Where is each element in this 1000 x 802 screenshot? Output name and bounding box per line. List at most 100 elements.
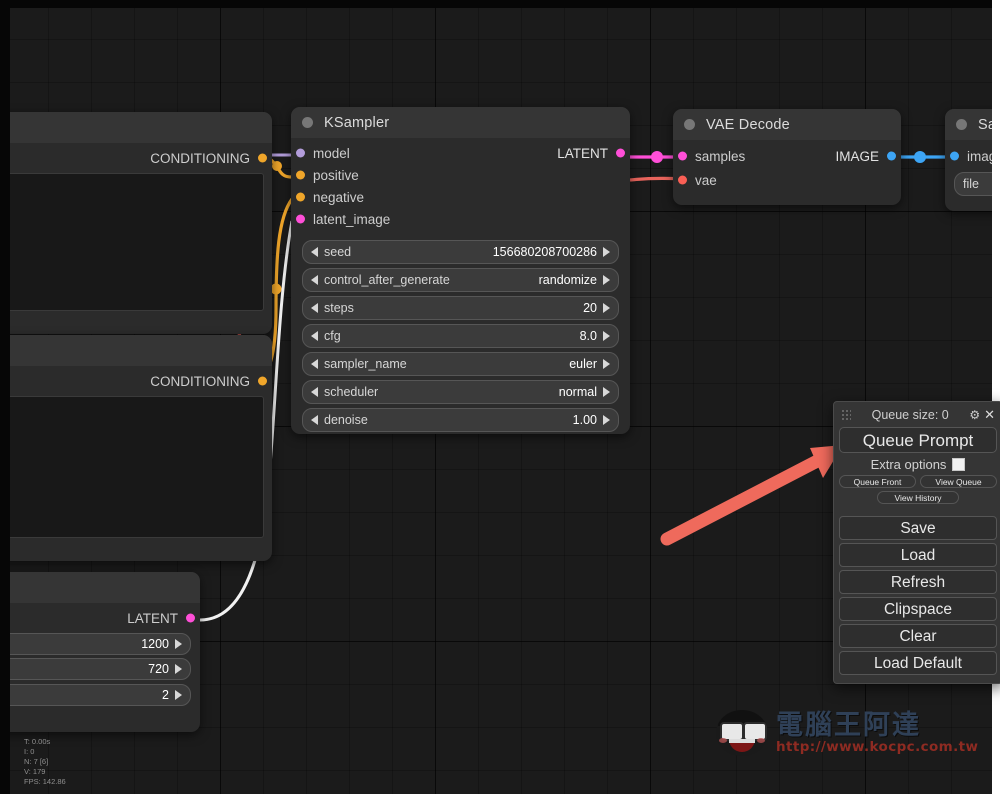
node-title-bar[interactable]: Sa: [945, 109, 992, 140]
node-ksampler[interactable]: KSampler model LATENT positive negative …: [291, 107, 630, 434]
latent-port-dot-icon[interactable]: [296, 214, 305, 224]
decrement-arrow-icon[interactable]: [311, 331, 318, 341]
decrement-arrow-icon[interactable]: [311, 303, 318, 313]
collapse-dot-icon[interactable]: [684, 119, 695, 130]
widget-height[interactable]: 720: [10, 658, 191, 680]
load-default-button[interactable]: Load Default: [839, 651, 997, 675]
widget-value[interactable]: normal: [559, 385, 597, 399]
conditioning-port-dot-icon[interactable]: [258, 376, 267, 386]
widget-width[interactable]: 1200: [10, 632, 191, 655]
prompt-textarea[interactable]: [10, 173, 264, 311]
increment-arrow-icon[interactable]: [603, 303, 610, 313]
widget-value[interactable]: euler: [569, 357, 597, 371]
increment-arrow-icon[interactable]: [603, 275, 610, 285]
collapse-dot-icon[interactable]: [956, 119, 967, 130]
node-title-bar[interactable]: KSampler: [291, 107, 630, 138]
input-slot-model[interactable]: model LATENT: [291, 142, 630, 164]
collapse-dot-icon[interactable]: [302, 117, 313, 128]
image-port-dot-icon[interactable]: [950, 151, 959, 161]
menu-header[interactable]: Queue size: 0 ⚙ ✕: [839, 406, 997, 424]
input-slot-vae[interactable]: vae: [673, 168, 901, 192]
node-title-bar[interactable]: VAE Decode: [673, 109, 901, 140]
view-history-button[interactable]: View History: [877, 491, 959, 504]
model-port-dot-icon[interactable]: [296, 148, 305, 158]
widget-value[interactable]: 1200: [141, 637, 169, 651]
stat-time: T: 0.00s: [24, 737, 51, 746]
widget-value[interactable]: 720: [148, 662, 169, 676]
conditioning-port-dot-icon[interactable]: [258, 153, 267, 163]
image-port-dot-icon[interactable]: [887, 151, 896, 161]
widget-cfg[interactable]: cfg 8.0: [302, 324, 619, 348]
increment-arrow-icon[interactable]: [603, 359, 610, 369]
widget-label: steps: [324, 301, 354, 315]
view-queue-button[interactable]: View Queue: [920, 475, 997, 488]
increment-arrow-icon[interactable]: [175, 638, 182, 649]
input-slot-latent-image[interactable]: latent_image: [291, 208, 630, 230]
vae-port-dot-icon[interactable]: [678, 175, 687, 185]
input-slot-samples[interactable]: samples IMAGE: [673, 144, 901, 168]
widget-sampler-name[interactable]: sampler_name euler: [302, 352, 619, 376]
prompt-textarea[interactable]: [10, 396, 264, 538]
close-icon[interactable]: ✕: [984, 407, 995, 423]
node-save-image[interactable]: Sa imag file: [945, 109, 992, 211]
node-clip-text-encode-negative[interactable]: ) CONDITIONING: [10, 335, 272, 561]
decrement-arrow-icon[interactable]: [311, 415, 318, 425]
widget-steps[interactable]: steps 20: [302, 296, 619, 320]
save-button[interactable]: Save: [839, 516, 997, 540]
queue-front-button[interactable]: Queue Front: [839, 475, 916, 488]
clipspace-button[interactable]: Clipspace: [839, 597, 997, 621]
extra-options-row[interactable]: Extra options: [839, 457, 997, 472]
conditioning-port-dot-icon[interactable]: [296, 192, 305, 202]
increment-arrow-icon[interactable]: [603, 387, 610, 397]
output-slot-conditioning[interactable]: CONDITIONING: [10, 147, 272, 169]
clear-button[interactable]: Clear: [839, 624, 997, 648]
widget-value[interactable]: 20: [583, 301, 597, 315]
decrement-arrow-icon[interactable]: [311, 387, 318, 397]
node-title-text: VAE Decode: [706, 116, 790, 133]
output-slot-conditioning[interactable]: CONDITIONING: [10, 370, 272, 392]
node-title-bar[interactable]: age: [10, 572, 200, 603]
widget-value[interactable]: 1.00: [573, 413, 597, 427]
increment-arrow-icon[interactable]: [603, 415, 610, 425]
decrement-arrow-icon[interactable]: [311, 247, 318, 257]
widget-batch-size[interactable]: 2: [10, 683, 191, 706]
extra-options-checkbox[interactable]: [952, 458, 966, 471]
increment-arrow-icon[interactable]: [175, 689, 182, 700]
output-slot-latent[interactable]: LATENT: [10, 607, 200, 629]
latent-port-dot-icon[interactable]: [616, 148, 625, 158]
latent-port-dot-icon[interactable]: [678, 151, 687, 161]
widget-filename-prefix[interactable]: file: [954, 172, 992, 196]
comfyui-menu-panel[interactable]: Queue size: 0 ⚙ ✕ Queue Prompt Extra opt…: [833, 401, 1000, 684]
node-title-bar[interactable]: ): [10, 335, 272, 366]
widget-value[interactable]: 156680208700286: [493, 245, 597, 259]
drag-handle-icon[interactable]: [841, 409, 851, 421]
decrement-arrow-icon[interactable]: [311, 275, 318, 285]
widget-control-after-generate[interactable]: control_after_generate randomize: [302, 268, 619, 292]
refresh-button[interactable]: Refresh: [839, 570, 997, 594]
stat-vertices: V: 179: [24, 767, 46, 776]
increment-arrow-icon[interactable]: [603, 331, 610, 341]
node-empty-latent-image[interactable]: age LATENT 1200 720 2: [10, 572, 200, 732]
node-clip-text-encode-positive[interactable]: t) CONDITIONING: [10, 112, 272, 334]
increment-arrow-icon[interactable]: [175, 664, 182, 674]
decrement-arrow-icon[interactable]: [311, 359, 318, 369]
widget-value[interactable]: randomize: [539, 273, 597, 287]
load-button[interactable]: Load: [839, 543, 997, 567]
input-slot-positive[interactable]: positive: [291, 164, 630, 186]
node-vae-decode[interactable]: VAE Decode samples IMAGE vae: [673, 109, 901, 205]
widget-denoise[interactable]: denoise 1.00: [302, 408, 619, 432]
queue-prompt-button[interactable]: Queue Prompt: [839, 427, 997, 453]
gear-icon[interactable]: ⚙: [969, 408, 980, 422]
widget-seed[interactable]: seed 156680208700286: [302, 240, 619, 264]
input-slot-negative[interactable]: negative: [291, 186, 630, 208]
input-slot-images[interactable]: imag: [945, 144, 992, 168]
widget-value[interactable]: 8.0: [580, 329, 597, 343]
conditioning-port-dot-icon[interactable]: [296, 170, 305, 180]
widget-value[interactable]: 2: [162, 688, 169, 702]
node-body: model LATENT positive negative latent_im…: [291, 138, 630, 432]
widget-scheduler[interactable]: scheduler normal: [302, 380, 619, 404]
increment-arrow-icon[interactable]: [603, 247, 610, 257]
queue-actions-row: Queue Front View Queue: [839, 475, 997, 488]
node-title-bar[interactable]: t): [10, 112, 272, 143]
latent-port-dot-icon[interactable]: [186, 613, 195, 623]
